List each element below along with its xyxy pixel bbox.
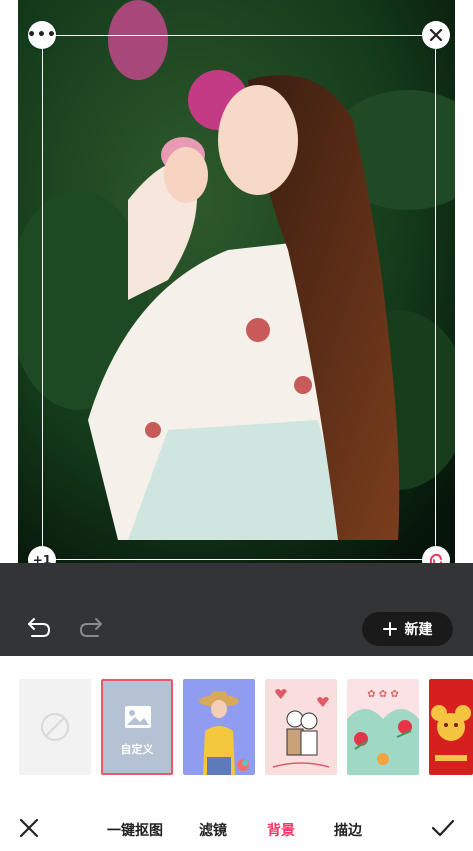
couple-illustration [272, 689, 330, 768]
festive-mouse-illustration [431, 705, 471, 761]
no-background-icon [41, 713, 69, 741]
svg-text:✿ ✿ ✿: ✿ ✿ ✿ [367, 689, 399, 700]
redo-button[interactable] [74, 610, 108, 644]
cancel-button[interactable] [18, 817, 40, 839]
redo-icon [79, 618, 102, 637]
undo-button[interactable] [22, 610, 56, 644]
background-photo-girl[interactable] [183, 679, 255, 775]
delete-handle[interactable] [422, 21, 450, 49]
image-icon [125, 706, 151, 728]
tab-filter[interactable]: 滤镜 [199, 820, 227, 840]
tab-background[interactable]: 背景 [267, 820, 295, 840]
close-icon [430, 29, 442, 41]
more-dots-icon: ••• [27, 27, 57, 43]
tab-outline[interactable]: 描边 [334, 820, 362, 840]
custom-label: 自定义 [120, 743, 154, 756]
background-none[interactable] [19, 679, 91, 775]
new-button[interactable]: 新建 [362, 612, 453, 646]
canvas-area: ••• +1 [0, 0, 473, 574]
background-illustration[interactable] [265, 679, 337, 775]
tab-cutout[interactable]: 一键抠图 [107, 820, 163, 840]
girl-hat-illustration [199, 691, 249, 775]
selection-frame[interactable] [42, 35, 436, 560]
new-button-label: 新建 [404, 622, 433, 638]
undo-icon [28, 618, 51, 637]
background-festive[interactable] [429, 679, 473, 775]
close-icon [19, 818, 39, 838]
checkmark-icon [431, 819, 455, 837]
background-custom[interactable]: 自定义 [101, 679, 173, 775]
floral-illustration: ✿ ✿ ✿ [347, 689, 419, 775]
bottom-tab-bar [0, 796, 473, 851]
plus-icon [382, 622, 397, 636]
confirm-button[interactable] [431, 818, 455, 838]
background-floral[interactable]: ✿ ✿ ✿ [347, 679, 419, 775]
more-options-handle[interactable]: ••• [27, 21, 57, 49]
